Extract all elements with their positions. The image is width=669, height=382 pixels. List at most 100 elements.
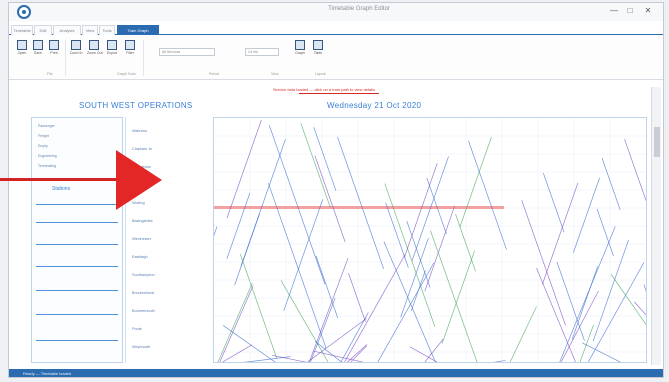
service-select[interactable]: All Services: [159, 48, 215, 56]
tab-analysis[interactable]: Analysis: [53, 25, 81, 35]
save-icon: [33, 40, 43, 50]
train-path: [441, 250, 475, 344]
group-label: Layout: [315, 72, 326, 76]
tab-timetable[interactable]: Timetable: [11, 25, 33, 35]
train-path: [313, 350, 364, 362]
export-button[interactable]: Export: [105, 40, 119, 64]
vertical-scrollbar[interactable]: [651, 87, 661, 365]
ribbon-tabs: Timetable Edit Analysis View Tools Train…: [9, 23, 663, 35]
station-label: Brockenhurst: [132, 291, 155, 295]
group-label: Period: [209, 72, 220, 76]
table-view-button[interactable]: Table: [311, 40, 325, 64]
open-button[interactable]: Open: [15, 40, 29, 64]
export-icon: [107, 40, 117, 50]
tab-view[interactable]: View: [82, 25, 98, 35]
train-path: [348, 272, 366, 323]
group-label: File: [47, 72, 53, 76]
scrollbar-thumb[interactable]: [654, 127, 660, 157]
open-icon: [17, 40, 27, 50]
legend-panel: Passenger Freight Empty Engineering Term…: [31, 117, 123, 363]
table-icon: [313, 40, 323, 50]
panel-label: Stations: [52, 186, 71, 192]
maximize-button[interactable]: □: [623, 6, 637, 16]
train-graph[interactable]: [213, 117, 647, 363]
close-button[interactable]: ✕: [641, 6, 655, 16]
train-path: [314, 155, 346, 243]
ribbon-toolbar: Open Save Print Zoom In Zoom Out Export …: [9, 36, 663, 80]
tab-tools[interactable]: Tools: [99, 25, 115, 35]
minimize-button[interactable]: —: [607, 6, 621, 16]
ribbon-separator: [143, 40, 144, 76]
train-path: [424, 205, 456, 292]
train-path: [346, 344, 368, 362]
train-path: [234, 213, 260, 286]
train-path: [406, 221, 431, 288]
graph-canvas: Service data loaded — click on a train p…: [9, 81, 663, 369]
panel-divider: [36, 340, 118, 341]
station-label: Eastleigh: [132, 255, 148, 259]
train-path: [430, 230, 478, 362]
title-bar: Timetable Graph Editor — □ ✕: [9, 3, 663, 21]
train-path: [424, 338, 444, 362]
panel-divider: [36, 266, 118, 267]
train-path: [468, 140, 507, 250]
save-button[interactable]: Save: [31, 40, 45, 64]
zoom-out-button[interactable]: Zoom Out: [87, 40, 103, 64]
tab-train-graph[interactable]: Train Graph: [117, 25, 159, 35]
train-path: [403, 163, 438, 258]
train-paths-svg[interactable]: [214, 118, 647, 363]
panel-divider: [36, 244, 118, 245]
panel-divider: [36, 290, 118, 291]
station-label: Bournemouth: [132, 309, 155, 313]
train-path: [582, 342, 621, 362]
print-button[interactable]: Print: [47, 40, 61, 64]
ribbon-separator: [65, 40, 66, 76]
train-path: [219, 285, 254, 362]
train-path: [521, 199, 566, 326]
station-label: Poole: [132, 327, 142, 331]
legend-item: Freight: [38, 134, 49, 138]
train-path: [226, 119, 262, 219]
legend-item: Empty: [38, 144, 48, 148]
app-window: Timetable Graph Editor — □ ✕ Timetable E…: [8, 2, 664, 378]
station-label: Southampton: [132, 273, 155, 277]
callout-arrow-head: [116, 150, 162, 210]
tab-edit[interactable]: Edit: [34, 25, 52, 35]
app-logo-icon: [17, 5, 31, 19]
train-path: [579, 324, 594, 362]
zoom-in-icon: [71, 40, 81, 50]
station-label: Winchester: [132, 237, 151, 241]
filter-button[interactable]: Filter: [123, 40, 137, 64]
train-path: [643, 284, 646, 292]
train-path: [610, 274, 646, 326]
legend-item: Engineering: [38, 154, 57, 158]
panel-divider: [36, 204, 118, 205]
chart-icon: [295, 40, 305, 50]
group-label: Graph Tools: [117, 72, 136, 76]
train-path: [385, 202, 409, 268]
train-path: [272, 354, 307, 362]
train-path: [239, 254, 277, 359]
date-heading: Wednesday 21 Oct 2020: [327, 101, 422, 110]
train-path: [509, 306, 537, 362]
train-path: [410, 270, 426, 312]
train-path: [634, 301, 646, 316]
train-path: [383, 241, 436, 362]
train-path: [350, 345, 367, 362]
train-path: [601, 158, 621, 211]
highlighted-path: [214, 206, 504, 209]
train-path: [400, 238, 429, 318]
zoom-in-button[interactable]: Zoom In: [69, 40, 83, 64]
train-path: [542, 182, 579, 285]
station-label: Waterloo: [132, 129, 148, 133]
zoom-out-icon: [89, 40, 99, 50]
legend-item: Terminating: [38, 164, 57, 168]
station-label: Basingstoke: [132, 219, 153, 223]
graph-view-button[interactable]: Graph: [293, 40, 307, 64]
train-path: [571, 266, 599, 340]
train-path: [459, 136, 492, 228]
status-bar: Ready — Timetable loaded: [9, 369, 663, 377]
train-path: [268, 125, 326, 285]
period-select[interactable]: 24 hrs: [245, 48, 279, 56]
train-path: [308, 257, 349, 362]
